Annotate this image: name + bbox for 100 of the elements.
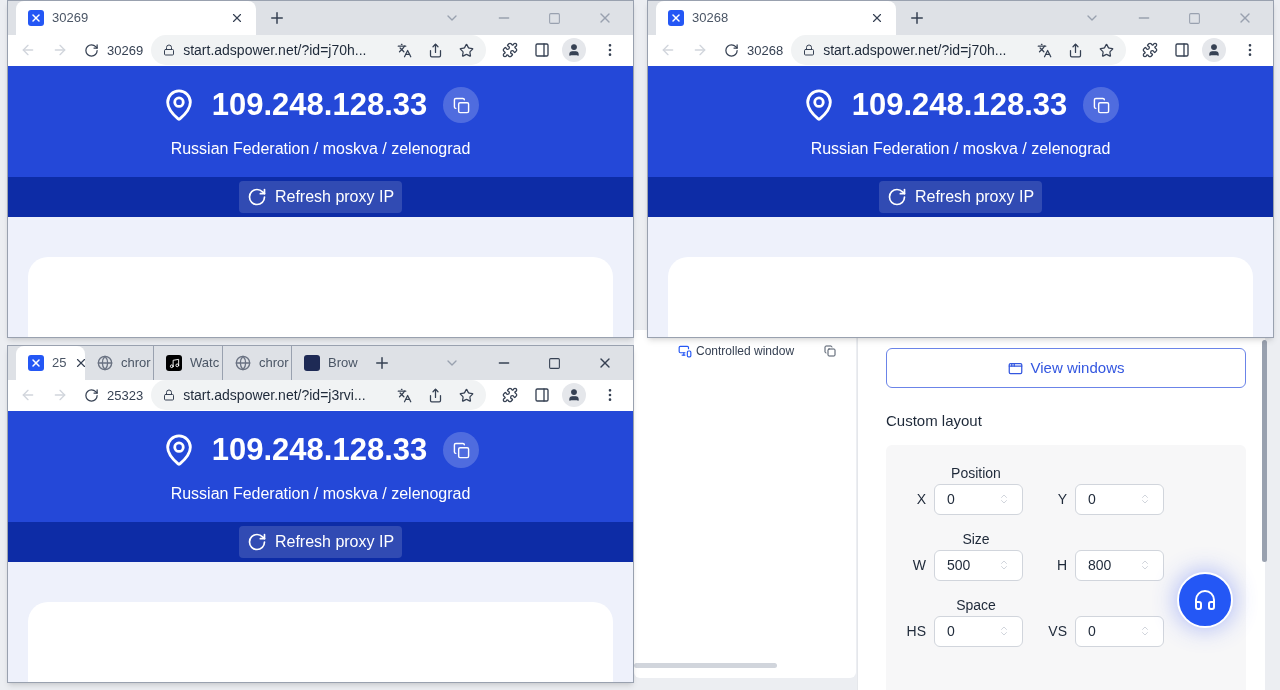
browser-tab[interactable]: Brow — [292, 346, 361, 380]
ip-address: 109.248.128.33 — [211, 431, 428, 470]
new-tab-icon[interactable] — [268, 9, 286, 27]
share-icon[interactable] — [428, 42, 444, 58]
field-value: 0 — [1088, 621, 1096, 641]
list-item-label: Controlled window — [696, 343, 795, 360]
globe-icon — [235, 355, 251, 371]
field-value: 0 — [947, 489, 955, 509]
side-panel-icon[interactable] — [1174, 42, 1191, 59]
profile-number: 25323 — [107, 386, 144, 405]
url-text: start.adspower.net/?id=j70h... — [823, 40, 1007, 60]
section-title: Custom layout — [886, 411, 983, 431]
number-field[interactable]: 0 — [934, 483, 1023, 515]
tab-title: Brow — [328, 354, 358, 373]
app-logo-icon — [304, 355, 320, 371]
profile-avatar-icon[interactable] — [1202, 38, 1227, 63]
app-logo-icon — [28, 355, 44, 371]
copy-icon — [1092, 96, 1110, 114]
extensions-icon[interactable] — [1142, 42, 1159, 59]
lock-icon — [163, 44, 176, 57]
translate-icon[interactable] — [397, 387, 413, 403]
view-windows-button[interactable]: View windows — [886, 348, 1246, 388]
new-tab-icon[interactable] — [908, 9, 926, 27]
location-text: Russian Federation / moskva / zelenograd — [810, 138, 1111, 159]
number-field[interactable]: 0 — [1075, 615, 1164, 647]
field-value: 500 — [947, 555, 971, 575]
share-icon[interactable] — [1068, 42, 1084, 58]
copy-icon — [452, 96, 470, 114]
url-text: start.adspower.net/?id=j3rvi... — [183, 385, 366, 405]
translate-icon[interactable] — [1037, 42, 1053, 58]
copy-icon[interactable] — [824, 345, 836, 357]
url-text: start.adspower.net/?id=j70h... — [183, 40, 367, 60]
extensions-icon[interactable] — [502, 387, 519, 404]
address-bar[interactable]: start.adspower.net/?id=j3rvi... — [151, 380, 487, 411]
location-text: Russian Federation / moskva / zelenograd — [170, 138, 471, 159]
field-label: VS — [1047, 621, 1067, 641]
refresh-proxy-button[interactable]: Refresh proxy IP — [238, 525, 403, 558]
star-icon[interactable] — [459, 42, 475, 58]
copy-icon — [452, 441, 470, 459]
refresh-proxy-button[interactable]: Refresh proxy IP — [238, 180, 403, 213]
ip-address: 109.248.128.33 — [211, 86, 428, 125]
refresh-proxy-button[interactable]: Refresh proxy IP — [878, 180, 1043, 213]
star-icon[interactable] — [459, 387, 475, 403]
share-icon[interactable] — [428, 387, 444, 403]
number-field[interactable]: 0 — [1075, 483, 1164, 515]
address-bar[interactable]: start.adspower.net/?id=j70h... — [151, 35, 487, 66]
browser-tab[interactable]: 30268 — [656, 1, 896, 35]
tab-title: 30268 — [692, 9, 729, 28]
browser-tab[interactable]: 25 — [16, 346, 85, 380]
number-field[interactable]: 0 — [934, 615, 1023, 647]
vertical-scrollbar[interactable] — [1262, 340, 1267, 562]
star-icon[interactable] — [1099, 42, 1115, 58]
tab-title: chror — [121, 354, 151, 373]
reload-icon[interactable] — [724, 42, 739, 58]
group-title: Space — [955, 595, 997, 615]
field-value: 0 — [1088, 489, 1096, 509]
close-icon[interactable] — [870, 11, 884, 25]
close-icon[interactable] — [230, 11, 244, 25]
tab-title: chror — [259, 354, 289, 373]
browser-tab[interactable]: 30269 — [16, 1, 256, 35]
field-label: HS — [905, 621, 926, 641]
tab-title: 25 — [52, 354, 67, 373]
tab-title: Watc — [190, 354, 220, 373]
side-panel-icon[interactable] — [534, 42, 551, 59]
field-label: H — [1055, 555, 1067, 575]
copy-button[interactable] — [443, 87, 480, 124]
new-tab-icon[interactable] — [373, 354, 391, 372]
group-title: Size — [961, 529, 991, 549]
refresh-icon — [246, 531, 267, 552]
tab-title: 30269 — [52, 9, 89, 28]
copy-button[interactable] — [443, 432, 480, 469]
profile-avatar-icon[interactable] — [562, 38, 587, 63]
field-value: 800 — [1088, 555, 1112, 575]
globe-icon — [97, 355, 113, 371]
headset-icon — [1193, 588, 1217, 612]
address-bar[interactable]: start.adspower.net/?id=j70h... — [791, 35, 1127, 66]
profile-number: 30269 — [107, 41, 144, 60]
refresh-icon — [246, 186, 267, 207]
translate-icon[interactable] — [397, 42, 413, 58]
maximize-icon[interactable] — [548, 356, 561, 370]
number-field[interactable]: 500 — [934, 549, 1023, 581]
profile-avatar-icon[interactable] — [562, 383, 587, 408]
side-panel-icon[interactable] — [534, 387, 551, 404]
horizontal-scrollbar[interactable] — [634, 663, 777, 668]
number-field[interactable]: 800 — [1075, 549, 1164, 581]
lock-icon — [803, 44, 816, 57]
reload-icon[interactable] — [84, 387, 99, 403]
field-label: W — [911, 555, 926, 575]
location-text: Russian Federation / moskva / zelenograd — [170, 483, 471, 504]
field-label: Y — [1056, 489, 1067, 509]
profile-number: 30268 — [747, 41, 784, 60]
copy-button[interactable] — [1083, 87, 1120, 124]
ip-address: 109.248.128.33 — [851, 86, 1068, 125]
lock-icon — [163, 389, 176, 402]
reload-icon[interactable] — [84, 42, 99, 58]
field-value: 0 — [947, 621, 955, 641]
window-badge-icon — [678, 344, 692, 358]
refresh-icon — [886, 186, 907, 207]
extensions-icon[interactable] — [502, 42, 519, 59]
app-logo-icon — [28, 10, 44, 26]
